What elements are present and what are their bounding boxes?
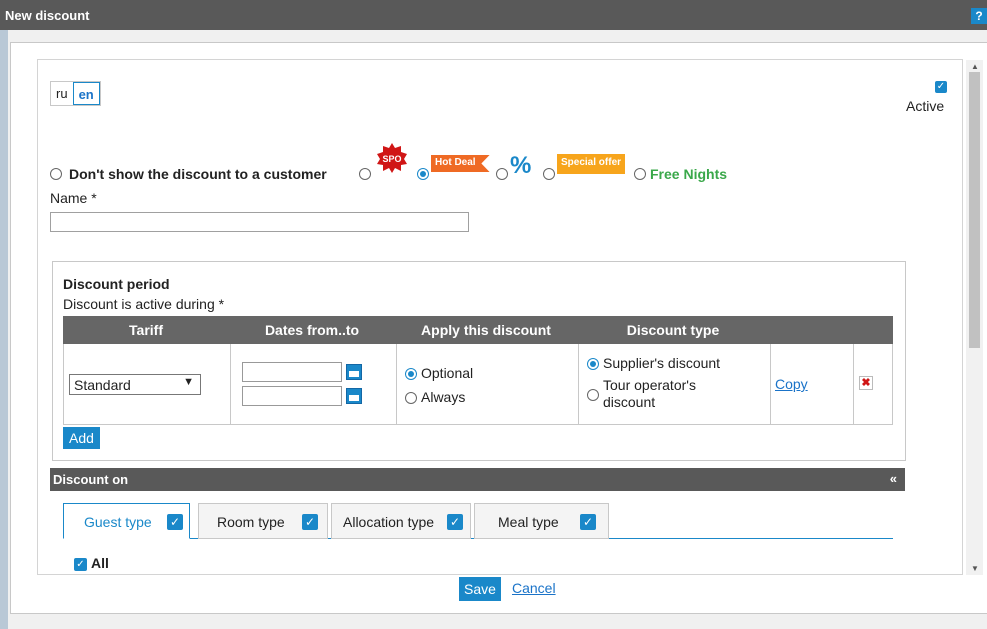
hot-deal-badge: Hot Deal [431, 155, 490, 172]
form-scroll-area: ru en ✓ Active Don't show the discount t… [37, 59, 963, 575]
percent-radio[interactable] [496, 168, 508, 180]
col-discount-type: Discount type [626, 322, 720, 338]
add-period-button[interactable]: Add [63, 427, 100, 449]
period-subtitle: Discount is active during * [63, 296, 225, 312]
scroll-down-icon[interactable]: ▼ [970, 564, 980, 573]
active-checkbox[interactable]: ✓ [935, 81, 947, 93]
help-button[interactable]: ? [971, 8, 987, 24]
scrollbar[interactable]: ▲ ▼ [966, 60, 983, 575]
delete-row-icon[interactable]: ✖ [859, 376, 873, 390]
spo-badge-text: SPO [382, 154, 401, 164]
supplier-discount-radio[interactable] [587, 358, 599, 370]
tariff-select[interactable]: Standard ▼ [69, 374, 201, 395]
tab-guest-type-label: Guest type [84, 514, 152, 530]
free-nights-label: Free Nights [650, 166, 728, 182]
tab-guest-type[interactable]: Guest type ✓ [63, 503, 190, 539]
active-label: Active [906, 98, 945, 114]
col-dates: Dates from..to [264, 322, 360, 338]
discount-on-tabs: Guest type ✓ Room type ✓ Allocation type… [63, 503, 893, 539]
tab-room-type-label: Room type [217, 514, 285, 530]
lang-tab-ru[interactable]: ru [51, 82, 73, 105]
language-tabs: ru en [50, 81, 101, 106]
scroll-up-icon[interactable]: ▲ [970, 62, 980, 71]
spo-radio[interactable] [359, 168, 371, 180]
save-button[interactable]: Save [459, 577, 501, 601]
discount-period-section: Discount period Discount is active durin… [52, 261, 906, 461]
left-edge [0, 30, 8, 629]
name-label: Name * [50, 190, 97, 206]
discount-on-title: Discount on [53, 472, 129, 487]
apply-optional-radio[interactable] [405, 368, 417, 380]
no-show-label: Don't show the discount to a customer [69, 166, 327, 182]
tab-allocation-type-label: Allocation type [343, 514, 435, 530]
room-type-checkbox[interactable]: ✓ [302, 514, 318, 530]
free-nights-radio[interactable] [634, 168, 646, 180]
cancel-link[interactable]: Cancel [512, 580, 556, 596]
apply-optional-label: Optional [421, 365, 474, 381]
title-bar: New discount ? [0, 0, 987, 30]
spo-badge-icon: SPO [377, 143, 407, 173]
apply-always-label: Always [421, 389, 466, 405]
col-apply: Apply this discount [421, 322, 551, 338]
date-to-input[interactable] [242, 386, 342, 406]
tour-operator-discount-label: Tour operator's [603, 377, 696, 393]
tariff-select-value: Standard [74, 377, 131, 393]
dialog-window: New discount ? ru en ✓ Active Don't show… [0, 0, 987, 629]
supplier-discount-label: Supplier's discount [603, 355, 721, 371]
scrollbar-thumb[interactable] [969, 72, 980, 348]
special-offer-radio[interactable] [543, 168, 555, 180]
tab-meal-type-label: Meal type [498, 514, 559, 530]
chevron-down-icon: ▼ [183, 376, 194, 388]
guest-type-checkbox[interactable]: ✓ [167, 514, 183, 530]
window-title: New discount [5, 8, 90, 23]
tab-meal-type[interactable]: Meal type ✓ [474, 503, 609, 539]
meal-type-checkbox[interactable]: ✓ [580, 514, 596, 530]
table-row: Standard ▼ Optional Always Supplier's di… [63, 344, 893, 425]
no-show-radio[interactable] [50, 168, 62, 180]
tour-operator-discount-radio[interactable] [587, 389, 599, 401]
col-tariff: Tariff [129, 322, 163, 338]
percent-badge-icon: % [510, 152, 532, 179]
tour-operator-discount-label-2: discount [603, 394, 656, 410]
calendar-icon[interactable] [346, 364, 362, 380]
collapse-icon[interactable]: « [890, 471, 897, 486]
all-checkbox[interactable]: ✓ [74, 558, 87, 571]
lang-tab-en[interactable]: en [72, 82, 100, 105]
date-from-input[interactable] [242, 362, 342, 382]
special-offer-badge: Special offer [557, 154, 626, 174]
discount-on-header: Discount on « [50, 468, 905, 491]
hot-deal-radio[interactable] [417, 168, 429, 180]
tab-allocation-type[interactable]: Allocation type ✓ [331, 503, 471, 539]
period-table-header: Tariff Dates from..to Apply this discoun… [63, 316, 893, 344]
all-label: All [91, 555, 109, 571]
tab-room-type[interactable]: Room type ✓ [198, 503, 328, 539]
allocation-type-checkbox[interactable]: ✓ [447, 514, 463, 530]
calendar-icon[interactable] [346, 388, 362, 404]
copy-link[interactable]: Copy [775, 376, 808, 392]
apply-always-radio[interactable] [405, 392, 417, 404]
period-title: Discount period [63, 276, 170, 292]
name-input[interactable] [50, 212, 469, 232]
